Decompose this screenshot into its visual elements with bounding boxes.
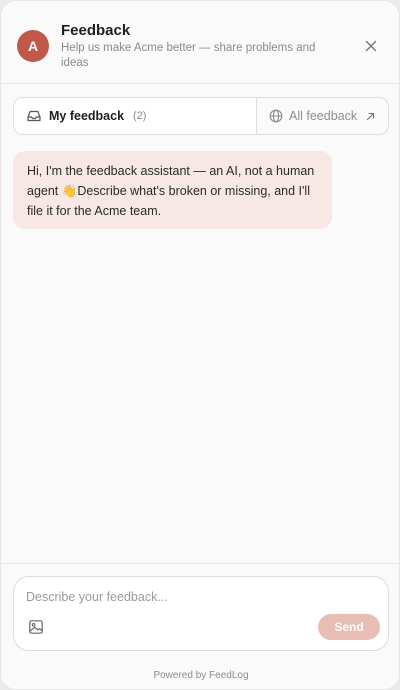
tab-all-feedback[interactable]: All feedback (256, 98, 388, 134)
widget-subtitle: Help us make Acme better — share problem… (61, 42, 316, 69)
composer: Send (13, 576, 389, 651)
close-button[interactable] (361, 36, 381, 56)
feedback-input[interactable] (26, 587, 366, 607)
attach-image-button[interactable] (28, 619, 44, 635)
tab-my-feedback-label: My feedback (49, 109, 125, 123)
composer-area: Send Powered by FeedLog (1, 563, 399, 689)
globe-icon (269, 109, 283, 123)
feedback-widget: A Feedback Help us make Acme better — sh… (0, 0, 400, 690)
widget-header: A Feedback Help us make Acme better — sh… (1, 1, 399, 84)
widget-title: Feedback (61, 22, 131, 39)
close-icon (365, 40, 377, 52)
assistant-message: Hi, I'm the feedback assistant — an AI, … (13, 151, 332, 229)
external-link-icon (366, 112, 375, 121)
tab-my-feedback[interactable]: My feedback (2) (14, 98, 256, 134)
feedback-tabs: My feedback (2) All feedback (13, 97, 389, 135)
inbox-icon (27, 110, 41, 122)
image-icon (29, 620, 43, 634)
tab-my-feedback-count: (2) (133, 110, 147, 122)
send-button[interactable]: Send (318, 614, 380, 640)
powered-by: Powered by FeedLog (153, 670, 249, 681)
tab-all-feedback-label: All feedback (289, 109, 358, 123)
avatar: A (17, 30, 49, 62)
